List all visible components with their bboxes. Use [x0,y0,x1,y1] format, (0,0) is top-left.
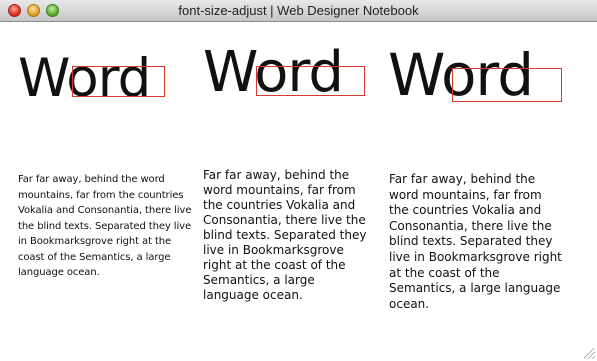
sample-paragraph-3: Far far away, behind the word mountains,… [389,172,562,311]
window-resize-grip[interactable] [584,348,595,359]
x-height-guide-box-2 [256,66,365,96]
window-titlebar[interactable]: font-size-adjust | Web Designer Notebook [0,0,597,22]
x-height-guide-box-3 [452,68,562,102]
window-title: font-size-adjust | Web Designer Notebook [178,3,419,18]
sample-paragraph-2: Far far away, behind the word mountains,… [203,168,367,302]
sample-paragraph-1: Far far away, behind the word mountains,… [18,174,192,278]
x-height-guide-box-1 [72,66,165,97]
